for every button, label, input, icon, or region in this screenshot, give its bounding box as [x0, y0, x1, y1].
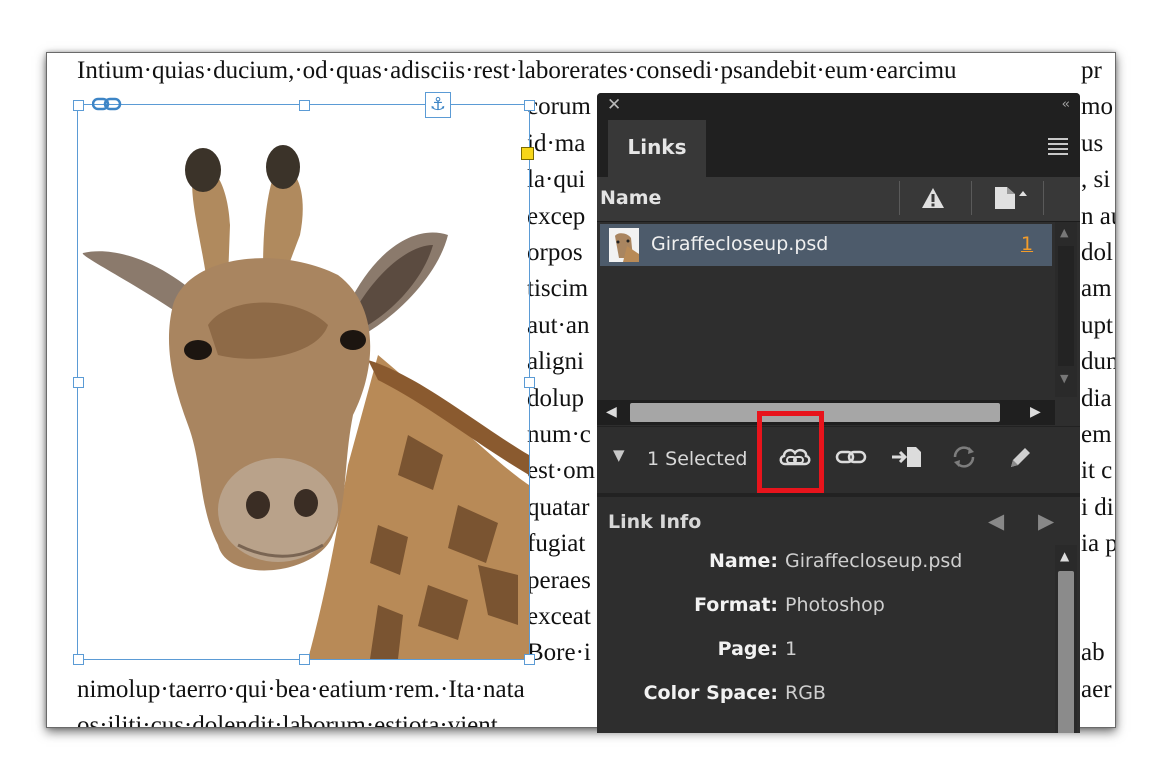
link-info-body: Name: Giraffecloseup.psd Format: Photosh…	[597, 545, 1055, 733]
text-line: corum	[527, 93, 591, 121]
tab-links[interactable]: Links	[608, 120, 706, 177]
link-thumbnail	[609, 228, 639, 262]
text-line: os·iliti·cus·dolendit·laborum·estiota·vi…	[77, 712, 498, 728]
text-line: est·om	[527, 457, 596, 485]
link-info-header: Link Info ◀ ▶	[597, 493, 1080, 547]
text-line: num·c	[527, 421, 591, 448]
page-column-icon[interactable]	[993, 185, 1033, 211]
relink-icon[interactable]	[834, 443, 868, 471]
info-value: Giraffecloseup.psd	[785, 550, 963, 572]
text-line-fragment: ab	[1081, 639, 1105, 667]
text-line: nimolup·taerro·qui·bea·eatium·rem.·Ita·n…	[77, 675, 525, 703]
text-line-fragment: i di	[1081, 493, 1114, 521]
info-row: Color Space: RGB	[597, 682, 1055, 712]
text-line: dolup	[527, 384, 584, 412]
text-line-fragment: it c	[1081, 457, 1113, 485]
close-icon[interactable]: ✕	[607, 95, 621, 115]
selected-count: 1 Selected	[647, 448, 748, 470]
text-line: fugiat	[527, 530, 586, 558]
info-value: Photoshop	[785, 594, 885, 616]
text-line-fragment: upt	[1081, 311, 1113, 339]
text-line-fragment: pr	[1081, 57, 1102, 84]
links-panel: ✕ ‹‹ Links Name Giraffecloseup.psd 1 ▲ ▼…	[597, 93, 1080, 733]
text-line: orpos	[527, 239, 583, 266]
text-line-fragment: , si	[1081, 166, 1111, 194]
list-item[interactable]: Giraffecloseup.psd 1	[600, 224, 1052, 266]
text-line: id·ma	[527, 129, 586, 157]
text-line: aligni	[527, 348, 584, 376]
warning-column-icon[interactable]	[921, 186, 945, 210]
resize-handle-bottom-right[interactable]	[524, 654, 535, 665]
links-list: Giraffecloseup.psd 1	[597, 222, 1055, 397]
resize-handle-bottom-left[interactable]	[73, 654, 84, 665]
text-line: Intium·quias·ducium,·od·quas·adisciis·re…	[77, 57, 957, 84]
column-name-header[interactable]: Name	[600, 187, 661, 209]
info-key: Color Space:	[643, 682, 778, 704]
text-line: la·qui	[527, 166, 586, 194]
info-row: Format: Photoshop	[597, 594, 1055, 624]
resize-handle-right[interactable]	[524, 377, 535, 388]
next-link-icon[interactable]: ▶	[1038, 509, 1054, 533]
info-value: 1	[785, 638, 798, 660]
text-line-fragment: dol	[1081, 239, 1113, 266]
link-info-title[interactable]: Link Info	[608, 511, 701, 533]
update-link-icon[interactable]	[947, 443, 981, 471]
text-line-fragment: am	[1081, 275, 1112, 303]
resize-handle-top-center[interactable]	[299, 100, 310, 111]
anchor-icon[interactable]: ⚓	[425, 92, 451, 118]
links-toolbar: ▼ 1 Selected	[597, 426, 1080, 487]
collapse-icon[interactable]: ‹‹	[1062, 97, 1071, 112]
text-line: tiscim	[527, 275, 589, 303]
link-chain-icon[interactable]	[92, 97, 122, 111]
text-line-fragment: us	[1081, 129, 1104, 157]
text-line: peraes	[527, 566, 591, 594]
text-line-fragment: em	[1081, 421, 1112, 448]
highlight-box	[757, 411, 824, 493]
info-row: Name: Giraffecloseup.psd	[597, 550, 1055, 580]
giraffe-image	[82, 145, 529, 659]
resize-handle-left[interactable]	[73, 377, 84, 388]
image-frame[interactable]: ⚓	[73, 92, 535, 665]
edit-original-icon[interactable]	[1003, 443, 1037, 471]
text-line: quatar	[527, 493, 590, 521]
text-wrap-handle[interactable]	[521, 147, 534, 160]
text-line-fragment: ia p	[1081, 530, 1116, 558]
go-to-link-icon[interactable]	[890, 443, 924, 471]
resize-handle-bottom-center[interactable]	[299, 654, 310, 665]
link-page-number[interactable]: 1	[1021, 233, 1033, 255]
resize-handle-top-left[interactable]	[73, 100, 84, 111]
list-horizontal-scrollbar[interactable]: ◀ ▶	[597, 400, 1055, 425]
panel-title-bar: ✕ ‹‹	[597, 93, 1080, 120]
link-name: Giraffecloseup.psd	[651, 233, 829, 255]
info-vertical-scrollbar[interactable]: ▲	[1055, 545, 1077, 733]
resize-handle-top-right[interactable]	[524, 100, 535, 111]
list-header: Name	[597, 177, 1080, 222]
text-line: excep	[527, 202, 586, 230]
text-line-fragment: aer	[1081, 675, 1112, 703]
panel-menu-icon[interactable]	[1048, 138, 1068, 158]
info-key: Page:	[717, 638, 778, 660]
previous-link-icon[interactable]: ◀	[988, 509, 1004, 533]
text-line: Bore·i	[527, 639, 591, 667]
text-line-fragment: n au	[1081, 202, 1115, 230]
info-key: Format:	[694, 594, 778, 616]
text-line-fragment: mo	[1081, 93, 1113, 121]
panel-tab-row: Links	[597, 120, 1080, 177]
text-line-fragment: dun	[1081, 348, 1116, 376]
disclosure-triangle-icon[interactable]: ▼	[613, 446, 625, 464]
info-row: Page: 1	[597, 638, 1055, 668]
text-line: exceat	[527, 603, 591, 630]
info-key: Name:	[708, 550, 778, 572]
text-line: aut·an	[527, 311, 590, 339]
text-line-fragment: dia	[1081, 384, 1112, 412]
info-value: RGB	[785, 682, 826, 704]
list-vertical-scrollbar[interactable]: ▲ ▼	[1055, 222, 1077, 397]
